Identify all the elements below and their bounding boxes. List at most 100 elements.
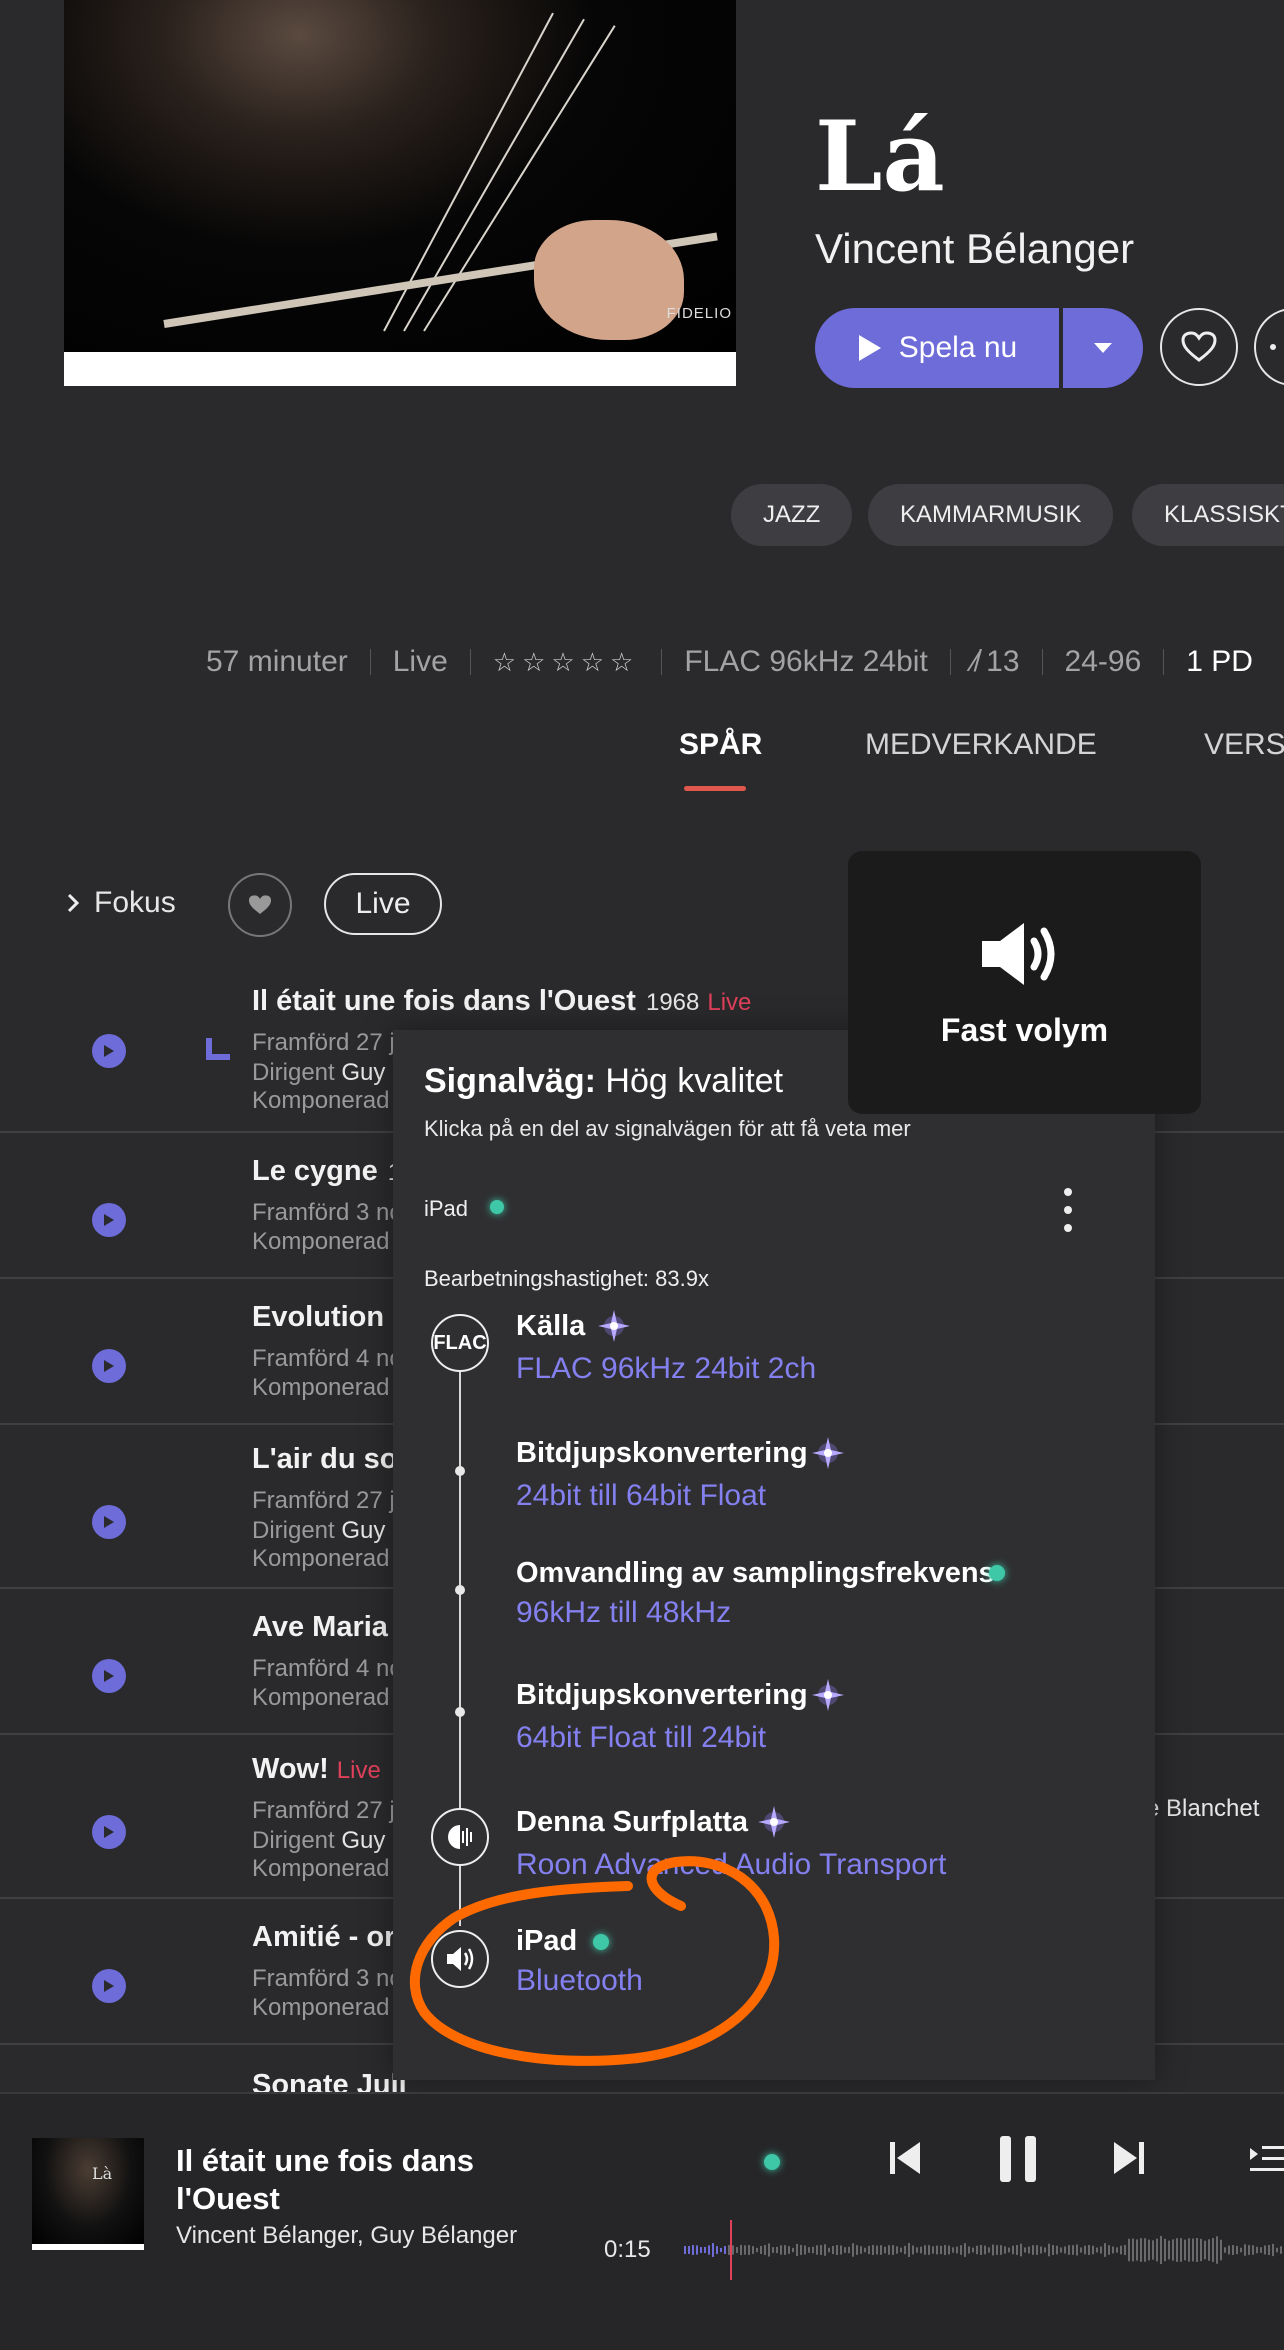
enhanced-quality-star-icon (812, 1679, 844, 1711)
now-playing-cover[interactable]: Là (32, 2138, 144, 2250)
step-bitdepth2-title[interactable]: Bitdjupskonvertering (516, 1679, 808, 1712)
enhanced-quality-star-icon (598, 1310, 630, 1342)
step-bitdepth-detail[interactable]: 24bit till 64bit Float (516, 1479, 766, 1513)
step-device-detail[interactable]: Roon Advanced Audio Transport (516, 1848, 946, 1882)
queue-icon[interactable] (1248, 2144, 1284, 2174)
track-extra-credit[interactable]: e Blanchet (1146, 1795, 1259, 1823)
step-source-title[interactable]: Källa (516, 1310, 585, 1343)
genre-tag-jazz[interactable]: JAZZ (731, 484, 853, 546)
play-options-dropdown[interactable] (1063, 308, 1143, 388)
play-icon (104, 1670, 114, 1682)
genre-tag-classical[interactable]: KLASSISKT (1132, 484, 1284, 546)
track-play-button[interactable] (92, 1659, 126, 1693)
track-conductor[interactable]: Guy (341, 1827, 385, 1854)
track-title: Le cygne (252, 1155, 378, 1187)
track-play-button[interactable] (92, 1815, 126, 1849)
disc-info: 1 PD (1186, 645, 1253, 678)
enhanced-quality-star-icon (758, 1806, 790, 1838)
favorite-button[interactable] (1160, 308, 1238, 386)
quality-dot-icon (593, 1934, 609, 1950)
play-now-label: Spela nu (898, 331, 1018, 364)
play-icon (104, 1360, 114, 1372)
fixed-volume-label: Fast volym (940, 1012, 1109, 1048)
step-device-title[interactable]: Denna Surfplatta (516, 1806, 748, 1839)
step-output-title[interactable]: iPad (516, 1925, 577, 1958)
track-title: Amitié - or (252, 1921, 396, 1953)
genre-tag-chamber[interactable]: KAMMARMUSIK (868, 484, 1114, 546)
speaker-output-icon[interactable] (431, 1930, 489, 1988)
now-playing-artist[interactable]: Vincent Bélanger, Guy Bélanger (176, 2222, 517, 2250)
live-badge: Live (707, 989, 752, 1016)
step-source-detail[interactable]: FLAC 96kHz 24bit 2ch (516, 1352, 816, 1386)
elapsed-time: 0:15 (604, 2236, 651, 2263)
step-output-detail[interactable]: Bluetooth (516, 1964, 643, 1998)
tab-versions[interactable]: VERSI (1204, 728, 1284, 762)
signal-quality-dot-icon[interactable] (764, 2154, 780, 2170)
track-composed: Komponerad (252, 1087, 390, 1114)
next-track-icon[interactable] (1112, 2140, 1146, 2176)
album-artist[interactable]: Vincent Bélanger (815, 225, 1134, 273)
track-performed: Framförd 3 nc (252, 1965, 402, 1992)
track-play-button[interactable] (92, 1969, 126, 2003)
track-play-button[interactable] (92, 1034, 126, 1068)
flac-source-icon[interactable]: FLAC (431, 1314, 489, 1372)
track-performed: Framförd 27 j (252, 1797, 395, 1824)
focus-label: Fokus (94, 886, 176, 919)
tracks-icon: ⁄̸ (972, 645, 987, 678)
step-node (455, 1466, 465, 1476)
album-cover-photo: FIDELIO (64, 0, 736, 352)
play-now-button[interactable]: Spela nu (815, 308, 1059, 388)
track-title: Ave Maria (252, 1611, 388, 1643)
live-filter-chip[interactable]: Live (324, 873, 442, 935)
album-cover[interactable]: FIDELIO (64, 0, 736, 386)
step-bitdepth2-detail[interactable]: 64bit Float till 24bit (516, 1721, 766, 1755)
step-node (455, 1585, 465, 1595)
signal-path-menu-button[interactable] (1060, 1188, 1076, 1232)
tablet-transport-icon[interactable] (431, 1808, 489, 1866)
track-play-button[interactable] (92, 1349, 126, 1383)
fixed-volume-popup (848, 851, 1201, 1114)
track-play-button[interactable] (92, 1505, 126, 1539)
tab-tracks[interactable]: SPÅR (679, 728, 762, 762)
track-conductor[interactable]: Guy (341, 1059, 385, 1086)
enhanced-quality-star-icon (812, 1437, 844, 1469)
rating-stars[interactable]: ☆☆☆☆☆ (493, 647, 640, 678)
release-type: Live (392, 645, 448, 678)
step-samplerate-detail[interactable]: 96kHz till 48kHz (516, 1596, 731, 1630)
processing-speed: Bearbetningshastighet: 83.9x (424, 1266, 709, 1291)
play-icon (104, 1826, 114, 1838)
play-icon (104, 1045, 114, 1057)
now-playing-title[interactable]: Il était une fois dans l'Ouest (176, 2142, 506, 2218)
waveform-seekbar[interactable] (684, 2220, 1284, 2280)
now-playing-icon (206, 1038, 230, 1060)
track-performed: Framförd 27 j (252, 1487, 395, 1514)
step-samplerate-title[interactable]: Omvandling av samplingsfrekvens (516, 1557, 995, 1590)
step-bitdepth-title[interactable]: Bitdjupskonvertering (516, 1437, 808, 1470)
play-icon (104, 1516, 114, 1528)
play-icon (104, 1214, 114, 1226)
track-year: 1968 (645, 989, 700, 1016)
track-title: Il était une fois dans l'Ouest (252, 985, 636, 1017)
previous-track-icon[interactable] (888, 2140, 922, 2176)
track-performed: Framförd 4 nc (252, 1655, 402, 1682)
cover-brand: FIDELIO (666, 305, 732, 322)
tab-credits[interactable]: MEDVERKANDE (865, 728, 1097, 762)
album-title: Lá (815, 100, 945, 213)
track-conductor[interactable]: Guy (341, 1517, 385, 1544)
live-badge: Live (336, 1757, 381, 1784)
focus-favorite-filter[interactable] (228, 873, 292, 937)
track-composed: Komponerad (252, 1545, 390, 1572)
signal-path-panel (393, 1030, 1155, 2080)
more-options-button[interactable] (1254, 308, 1284, 386)
duration: 57 minuter (206, 645, 348, 678)
audio-format: FLAC 96kHz 24bit (684, 645, 928, 678)
album-meta-row: 57 minuter Live ☆☆☆☆☆ FLAC 96kHz 24bit ⁄… (206, 640, 1253, 684)
chevron-down-icon (1094, 343, 1112, 353)
pause-icon[interactable] (998, 2134, 1038, 2184)
track-composed: Komponerad (252, 1684, 390, 1711)
track-performed: Framförd 3 nc (252, 1199, 402, 1226)
track-composed: Komponerad (252, 1228, 390, 1255)
quality-dot-icon (989, 1565, 1005, 1581)
track-play-button[interactable] (92, 1203, 126, 1237)
focus-filter[interactable]: Fokus (66, 886, 176, 920)
